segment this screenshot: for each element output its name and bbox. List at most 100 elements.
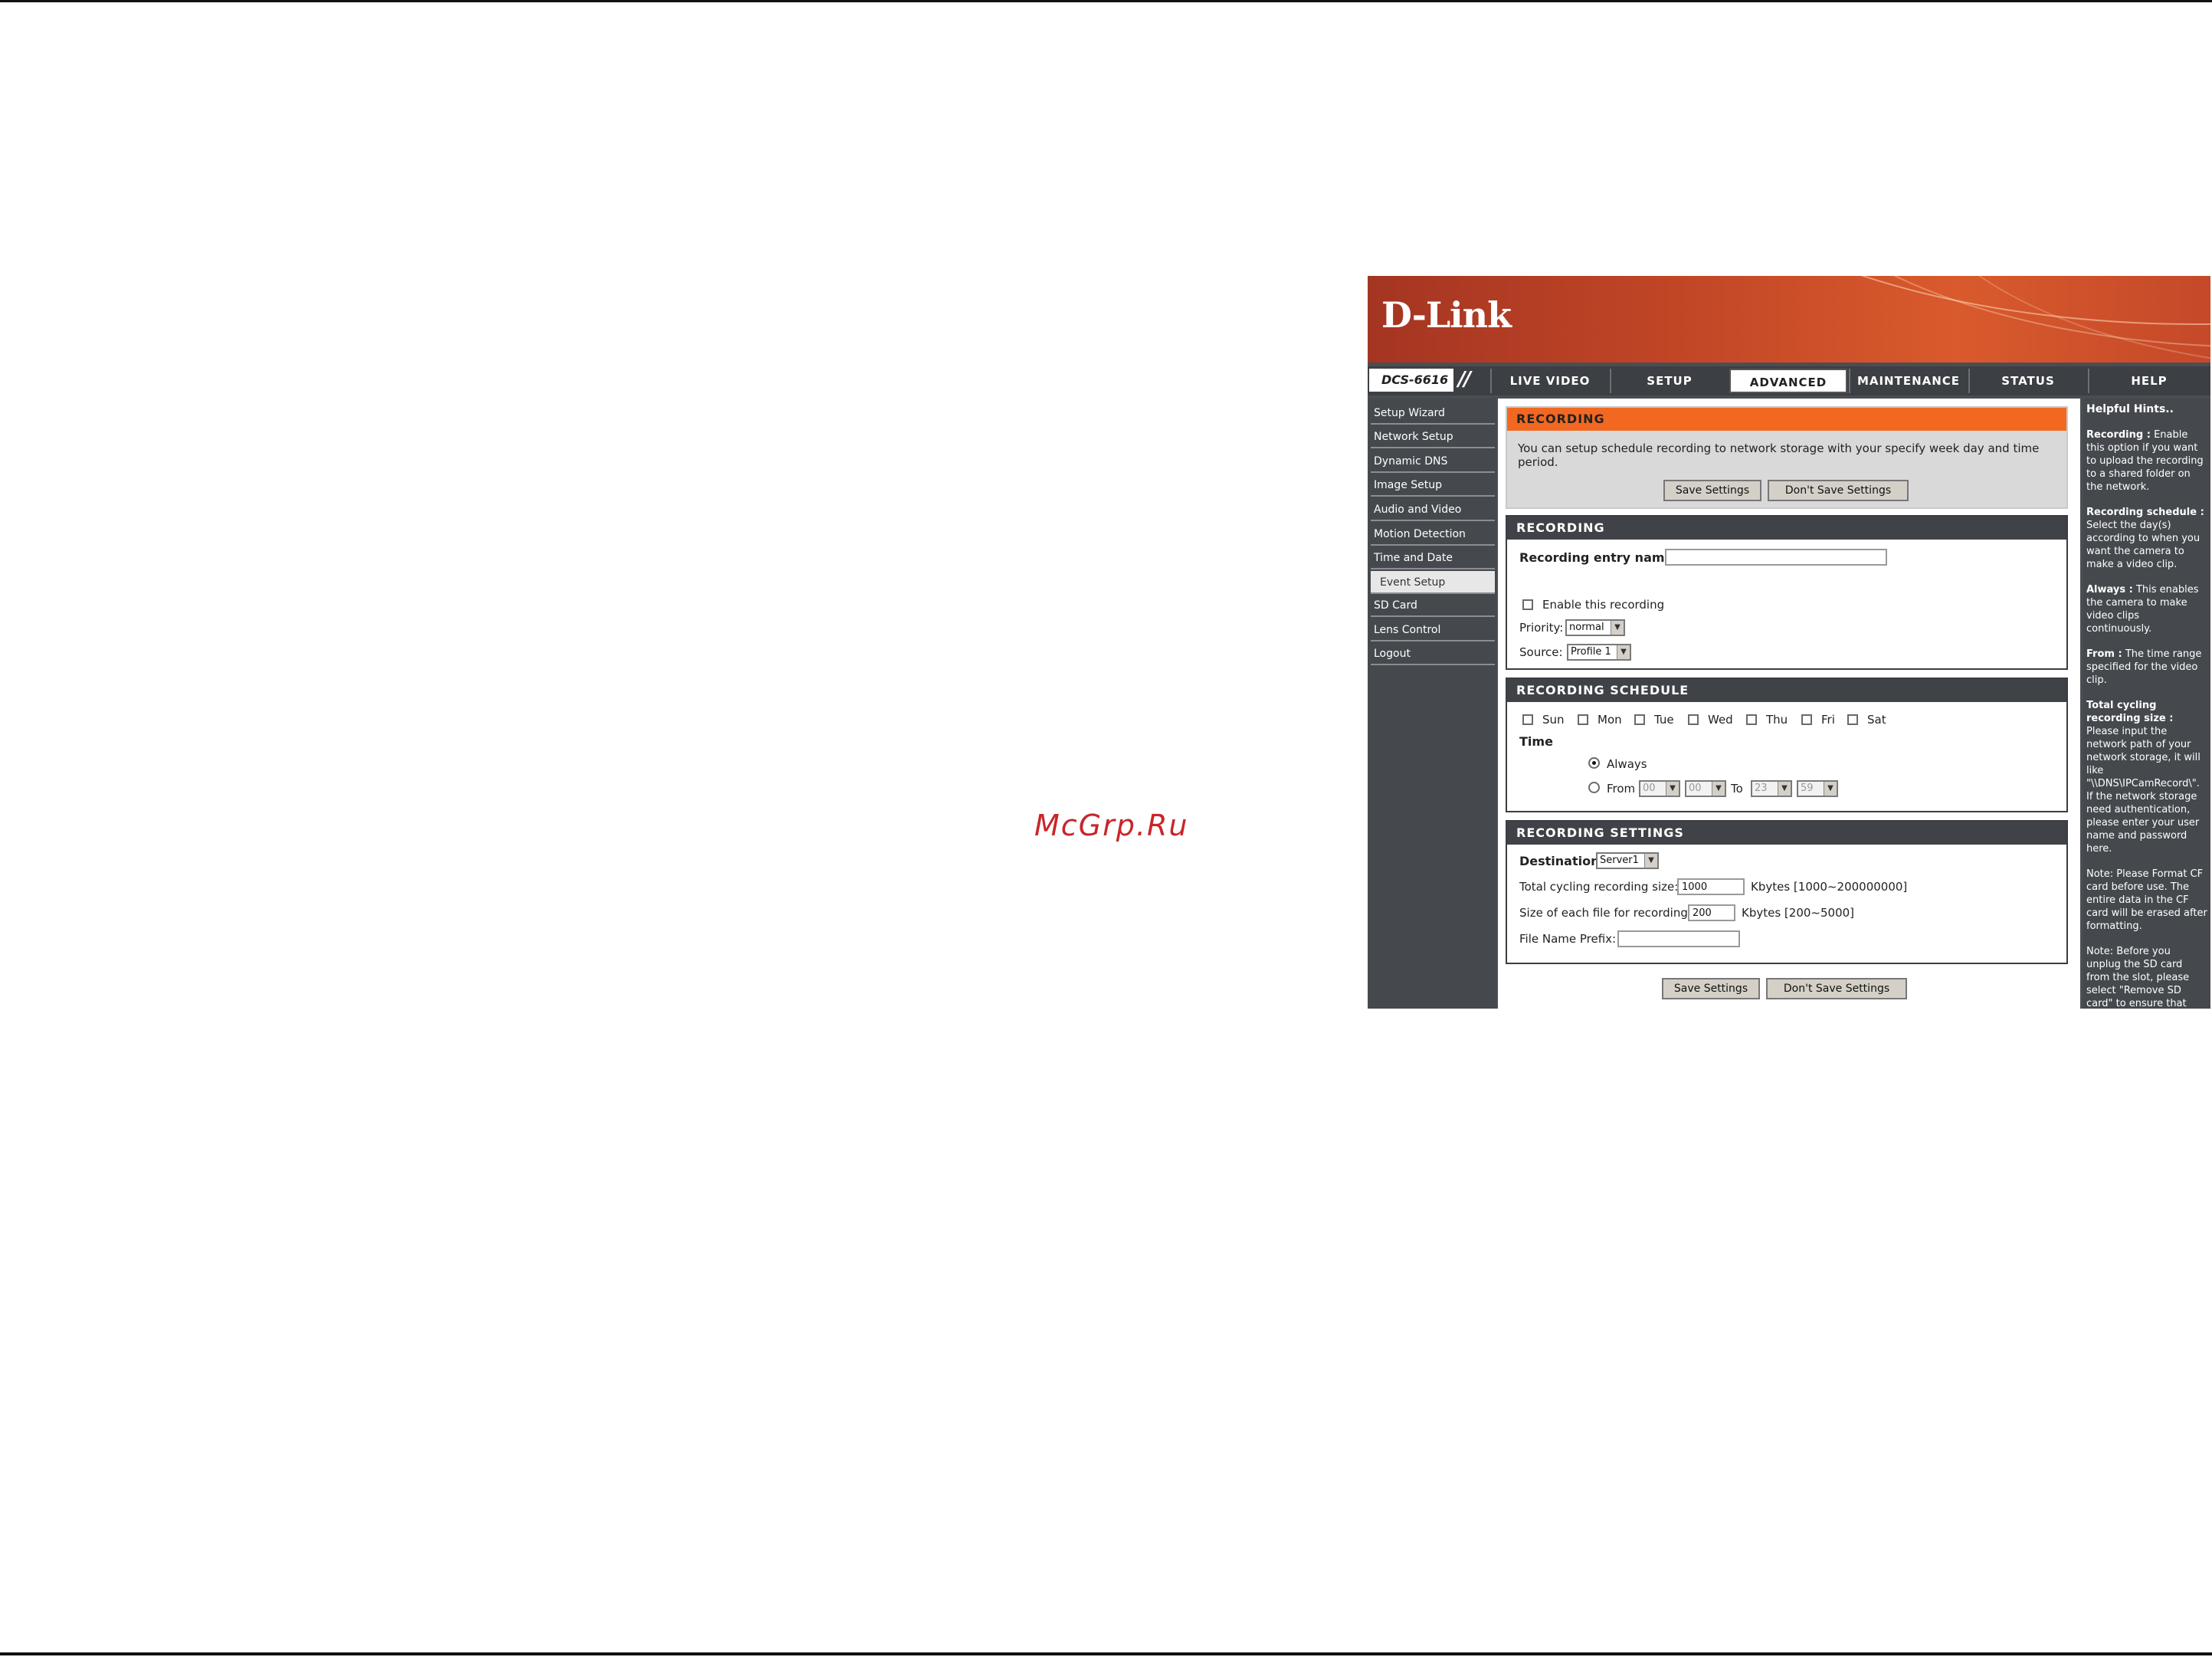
to-label: To bbox=[1731, 782, 1743, 796]
sidebar-item-dynamic-dns[interactable]: Dynamic DNS bbox=[1371, 450, 1495, 473]
from-radio[interactable] bbox=[1588, 782, 1600, 793]
to-hour-value: 23 bbox=[1755, 783, 1768, 794]
priority-select[interactable]: normal ▼ bbox=[1565, 619, 1625, 636]
hint-text: Please input the network path of your ne… bbox=[2086, 726, 2201, 855]
day-label-sat: Sat bbox=[1867, 713, 1886, 727]
page-top-rule bbox=[0, 0, 2212, 2]
tab-live-video[interactable]: LIVE VIDEO bbox=[1490, 369, 1608, 393]
total-size-unit: Kbytes [1000~200000000] bbox=[1751, 880, 1908, 894]
sidebar-item-lens-control[interactable]: Lens Control bbox=[1371, 619, 1495, 641]
chevron-down-icon: ▼ bbox=[1666, 782, 1679, 796]
chevron-down-icon: ▼ bbox=[1778, 782, 1791, 796]
dlink-logo: D-Link bbox=[1381, 294, 1512, 336]
source-select[interactable]: Profile 1 ▼ bbox=[1567, 644, 1631, 661]
day-checkbox-tue[interactable] bbox=[1634, 714, 1645, 725]
settings-section: RECORDING SETTINGS Destination Server1 ▼ … bbox=[1506, 820, 2068, 964]
dont-save-settings-button-top[interactable]: Don't Save Settings bbox=[1768, 480, 1909, 501]
sidebar-item-network-setup[interactable]: Network Setup bbox=[1371, 425, 1495, 448]
model-badge: DCS-6616 bbox=[1369, 369, 1453, 392]
save-settings-button-top[interactable]: Save Settings bbox=[1663, 480, 1761, 501]
hint-item: Recording schedule : Select the day(s) a… bbox=[2086, 506, 2207, 571]
day-checkbox-mon[interactable] bbox=[1578, 714, 1588, 725]
destination-select-value: Server1 bbox=[1600, 855, 1639, 866]
total-size-input[interactable] bbox=[1677, 878, 1745, 895]
destination-select[interactable]: Server1 ▼ bbox=[1596, 852, 1659, 869]
save-settings-button-bottom[interactable]: Save Settings bbox=[1662, 978, 1760, 999]
enable-recording-label: Enable this recording bbox=[1542, 598, 1665, 612]
dlink-banner: D-Link bbox=[1368, 276, 2210, 363]
radio-selected-dot bbox=[1592, 761, 1596, 765]
recording-section: RECORDING Recording entry name: Enable t… bbox=[1506, 515, 2068, 670]
helpful-hints-panel: Helpful Hints.. Recording : Enable this … bbox=[2083, 399, 2210, 1022]
hint-item: From : The time range specified for the … bbox=[2086, 648, 2207, 687]
top-nav: DCS-6616 // LIVE VIDEO SETUP ADVANCED MA… bbox=[1368, 366, 2210, 395]
file-size-label: Size of each file for recording: bbox=[1519, 906, 1692, 920]
recording-section-title: RECORDING bbox=[1507, 517, 2066, 540]
hint-term: Recording schedule : bbox=[2086, 507, 2204, 518]
always-radio[interactable] bbox=[1588, 757, 1600, 769]
camera-web-ui: D-Link DCS-6616 // LIVE VIDEO SETUP ADVA… bbox=[1368, 276, 2210, 1022]
time-label: Time bbox=[1519, 734, 1553, 749]
from-minute-select[interactable]: 00 ▼ bbox=[1685, 780, 1726, 797]
sidebar-item-event-setup[interactable]: Event Setup bbox=[1371, 571, 1495, 594]
nav-divider-slashes: // bbox=[1458, 368, 1471, 391]
from-hour-value: 00 bbox=[1643, 783, 1656, 794]
chevron-down-icon: ▼ bbox=[1611, 621, 1624, 635]
tab-setup[interactable]: SETUP bbox=[1610, 369, 1728, 393]
hint-text: Select the day(s) according to when you … bbox=[2086, 520, 2201, 570]
day-label-wed: Wed bbox=[1708, 713, 1733, 727]
intro-description: You can setup schedule recording to netw… bbox=[1518, 441, 2040, 469]
file-size-unit: Kbytes [200~5000] bbox=[1742, 906, 1855, 920]
hint-item: Total cycling recording size : Please in… bbox=[2086, 699, 2207, 855]
file-size-input[interactable] bbox=[1688, 904, 1735, 921]
priority-label: Priority: bbox=[1519, 621, 1564, 635]
chevron-down-icon: ▼ bbox=[1824, 782, 1837, 796]
dont-save-settings-button-bottom[interactable]: Don't Save Settings bbox=[1766, 978, 1907, 999]
tab-status[interactable]: STATUS bbox=[1968, 369, 2086, 393]
total-size-label: Total cycling recording size: bbox=[1519, 880, 1679, 894]
tab-help[interactable]: HELP bbox=[2088, 369, 2209, 393]
tab-maintenance[interactable]: MAINTENANCE bbox=[1849, 369, 1967, 393]
watermark-text: McGrp.Ru bbox=[1034, 809, 1189, 842]
sidebar-item-image-setup[interactable]: Image Setup bbox=[1371, 474, 1495, 497]
file-name-prefix-input[interactable] bbox=[1617, 930, 1740, 947]
day-checkbox-fri[interactable] bbox=[1801, 714, 1812, 725]
from-hour-select[interactable]: 00 ▼ bbox=[1639, 780, 1680, 797]
sidebar-item-audio-video[interactable]: Audio and Video bbox=[1371, 498, 1495, 521]
sidebar-item-sd-card[interactable]: SD Card bbox=[1371, 594, 1495, 617]
hint-term: Recording : bbox=[2086, 429, 2151, 441]
to-hour-select[interactable]: 23 ▼ bbox=[1751, 780, 1792, 797]
schedule-section: RECORDING SCHEDULE Sun Mon Tue Wed Thu F… bbox=[1506, 678, 2068, 812]
chevron-down-icon: ▼ bbox=[1617, 645, 1630, 659]
from-label: From bbox=[1607, 782, 1636, 796]
day-checkbox-sun[interactable] bbox=[1522, 714, 1533, 725]
to-minute-select[interactable]: 59 ▼ bbox=[1797, 780, 1838, 797]
hint-item: Always : This enables the camera to make… bbox=[2086, 583, 2207, 635]
hint-text: Note: Please Format CF card before use. … bbox=[2086, 868, 2207, 932]
hint-term: Always : bbox=[2086, 584, 2133, 596]
sidebar-item-time-date[interactable]: Time and Date bbox=[1371, 546, 1495, 569]
intro-panel: RECORDING You can setup schedule recordi… bbox=[1506, 406, 2068, 509]
always-label: Always bbox=[1607, 757, 1647, 771]
source-select-value: Profile 1 bbox=[1571, 646, 1611, 658]
hint-note: Note: Please Format CF card before use. … bbox=[2086, 868, 2207, 933]
day-checkbox-sat[interactable] bbox=[1847, 714, 1858, 725]
hint-term: Total cycling recording size : bbox=[2086, 700, 2174, 724]
main-content: RECORDING You can setup schedule recordi… bbox=[1498, 399, 2080, 1009]
sidebar-item-setup-wizard[interactable]: Setup Wizard bbox=[1371, 402, 1495, 425]
day-checkbox-thu[interactable] bbox=[1746, 714, 1757, 725]
entry-name-input[interactable] bbox=[1665, 549, 1887, 566]
day-checkbox-wed[interactable] bbox=[1688, 714, 1699, 725]
day-label-fri: Fri bbox=[1821, 713, 1835, 727]
hint-note: Note: Before you unplug the SD card from… bbox=[2086, 945, 2207, 1023]
tab-advanced[interactable]: ADVANCED bbox=[1729, 369, 1847, 393]
priority-select-value: normal bbox=[1569, 622, 1604, 633]
hint-term: From : bbox=[2086, 648, 2122, 660]
chevron-down-icon: ▼ bbox=[1644, 854, 1657, 868]
day-label-thu: Thu bbox=[1766, 713, 1788, 727]
enable-recording-checkbox[interactable] bbox=[1522, 599, 1533, 610]
sidebar-item-logout[interactable]: Logout bbox=[1371, 642, 1495, 665]
destination-label: Destination bbox=[1519, 854, 1600, 868]
sidebar-item-motion-detection[interactable]: Motion Detection bbox=[1371, 523, 1495, 546]
schedule-section-title: RECORDING SCHEDULE bbox=[1507, 679, 2066, 702]
